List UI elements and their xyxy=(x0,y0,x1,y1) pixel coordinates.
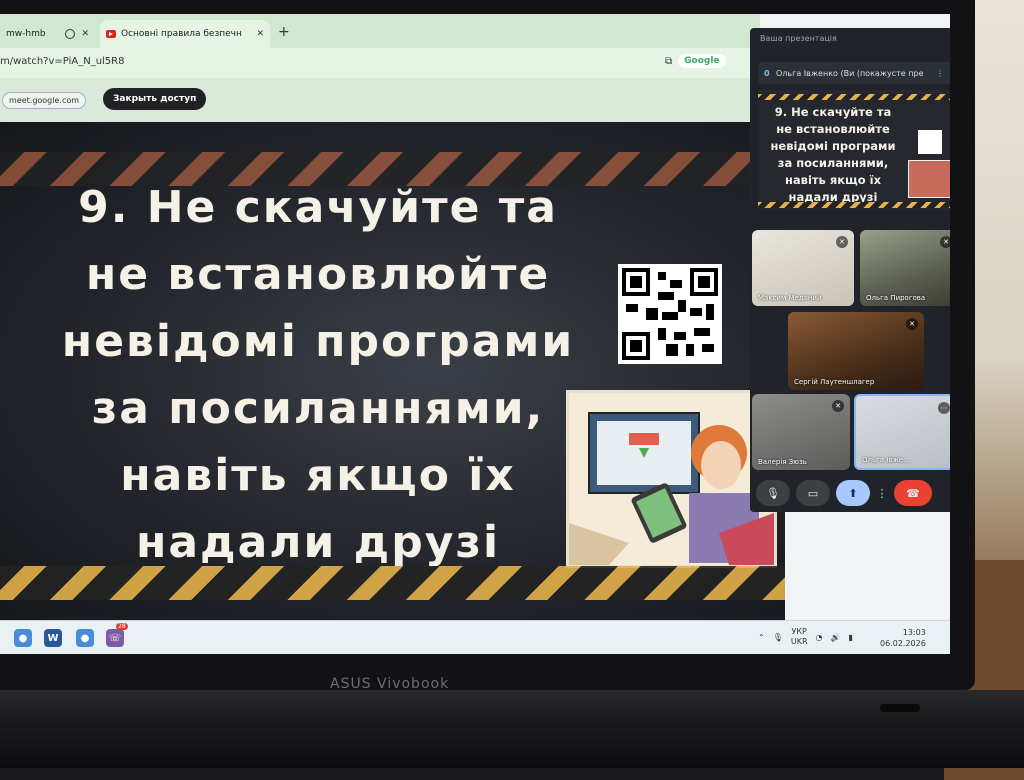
meet-side-panel: Ваша презентація 0 Ольга Івженко (Ви (по… xyxy=(750,28,950,512)
preview-text: 9. Не скачуйте та не встановлюйте невідо… xyxy=(770,105,896,204)
participant-tile[interactable]: ✕ Сергій Лаутеншлагер xyxy=(788,312,924,390)
microphone-button[interactable]: 🎙 xyxy=(756,480,790,506)
slide-line: невідомі програми xyxy=(61,316,575,367)
laptop-brand-logo: ASUS Vivobook xyxy=(330,676,450,692)
participant-tile[interactable]: ✕ Валерія Зюзь xyxy=(752,394,850,470)
mini-illustration xyxy=(908,160,950,198)
meet-sharing-bar: meet.google.com Закрыть доступ xyxy=(0,78,760,122)
volume-icon[interactable]: 🔊 xyxy=(831,633,841,642)
new-tab-button[interactable]: + xyxy=(278,24,290,40)
participant-tile-self[interactable]: ⋯ Ольга Івже... xyxy=(854,394,950,470)
camera-button[interactable]: ▭ xyxy=(796,480,830,506)
mic-off-icon: ✕ xyxy=(906,318,918,330)
chrome-icon[interactable]: ● xyxy=(14,629,32,647)
address-bar[interactable]: m/watch?v=PiA_N_ul5R8 ⧉ Google xyxy=(0,48,760,78)
presenter-name: Ольга Івженко (Ви (покажусте пре xyxy=(776,68,924,78)
end-call-button[interactable]: ☎ xyxy=(894,480,932,506)
date: 06.02.2026 xyxy=(880,639,926,648)
laptop-hinge xyxy=(880,704,920,712)
participant-tile[interactable]: ✕ Ольга Пирогова xyxy=(860,230,950,306)
word-icon[interactable]: W xyxy=(44,629,62,647)
clock[interactable]: 13:03 06.02.2026 xyxy=(880,627,926,649)
language-indicator[interactable]: УКР UKR xyxy=(791,627,808,647)
tab-label: Основні правила безпечн xyxy=(121,29,242,39)
stop-sharing-button[interactable]: Закрыть доступ xyxy=(103,88,207,110)
tab-active[interactable]: Основні правила безпечн ✕ xyxy=(100,20,270,48)
participant-name: Максим Медяний xyxy=(758,294,822,302)
presentation-slide: 9. Не скачуйте та не встановлюйте невідо… xyxy=(0,122,785,620)
url-text[interactable]: m/watch?v=PiA_N_ul5R8 xyxy=(0,56,124,67)
slide-line: 9. Не скачуйте та xyxy=(78,182,558,233)
mini-stripes-bottom xyxy=(758,202,950,208)
tab-label: mw-hmb xyxy=(6,29,46,39)
wifi-icon[interactable]: ◔ xyxy=(816,633,823,642)
url-bar-actions: ⧉ Google xyxy=(665,54,726,68)
participant-name: Ольга Пирогова xyxy=(866,294,926,302)
slide-line: навіть якщо їх xyxy=(120,450,516,501)
presenter-badge: 0 xyxy=(764,68,770,78)
google-label: Google xyxy=(684,56,720,66)
hazard-stripes-bottom xyxy=(0,566,785,600)
panel-header: Ваша презентація xyxy=(760,34,837,43)
participant-name: Валерія Зюзь xyxy=(758,458,807,466)
cast-icon[interactable]: ⧉ xyxy=(665,56,672,67)
screen: mw-hmb ✕ Основні правила безпечн ✕ + m/w… xyxy=(0,14,950,654)
presentation-preview: 9. Не скачуйте та не встановлюйте невідо… xyxy=(758,90,950,210)
taskbar: ● W ● ☏ 28 ⌃ 🎙 УКР UKR ◔ 🔊 ▮ 13:03 06.02… xyxy=(0,620,950,654)
lang-top: УКР xyxy=(791,627,807,636)
system-tray: ⌃ 🎙 УКР UKR ◔ 🔊 ▮ xyxy=(758,627,853,647)
presenter-row[interactable]: 0 Ольга Івженко (Ви (покажусте пре ⋮ xyxy=(758,62,950,84)
close-tab-icon[interactable]: ✕ xyxy=(256,29,264,39)
qr-code xyxy=(618,264,722,364)
chevron-up-icon[interactable]: ⌃ xyxy=(758,633,765,642)
laptop-bezel: mw-hmb ✕ Основні правила безпечн ✕ + m/w… xyxy=(0,0,975,690)
notification-badge: 28 xyxy=(116,623,128,630)
slide-line: за посиланнями, xyxy=(91,383,545,434)
more-options-icon[interactable]: ⋮ xyxy=(936,69,944,78)
battery-icon[interactable]: ▮ xyxy=(848,633,852,642)
google-lens-button[interactable]: Google xyxy=(678,54,726,68)
mic-off-icon: ✕ xyxy=(836,236,848,248)
laptop-base xyxy=(0,690,1024,768)
present-button[interactable]: ⬆ xyxy=(836,480,870,506)
close-tab-icon[interactable]: ✕ xyxy=(81,29,89,39)
time: 13:03 xyxy=(902,628,926,637)
youtube-icon xyxy=(106,30,116,38)
mini-qr-code xyxy=(918,130,942,154)
slide-text: 9. Не скачуйте та не встановлюйте невідо… xyxy=(48,174,588,576)
participant-name: Ольга Івже... xyxy=(862,456,910,464)
illustration-girl-phone xyxy=(566,390,777,568)
lang-bottom: UKR xyxy=(790,637,808,646)
slide-line: не встановлюйте xyxy=(85,249,551,300)
mic-off-icon: ✕ xyxy=(832,400,844,412)
mic-icon[interactable]: 🎙 xyxy=(773,633,783,642)
participant-name: Сергій Лаутеншлагер xyxy=(794,378,875,386)
browser-tab-bar: mw-hmb ✕ Основні правила безпечн ✕ + xyxy=(0,14,760,48)
more-options-button[interactable]: ⋮ xyxy=(876,480,888,506)
chrome-icon[interactable]: ● xyxy=(76,629,94,647)
more-icon[interactable]: ⋯ xyxy=(938,402,950,414)
mini-stripes-top xyxy=(758,94,950,100)
call-controls: 🎙 ▭ ⬆ ⋮ ☎ xyxy=(750,476,950,510)
recording-icon xyxy=(65,29,75,39)
viber-icon[interactable]: ☏ xyxy=(106,629,124,647)
tab-inactive[interactable]: mw-hmb ✕ xyxy=(0,20,95,48)
mic-off-icon: ✕ xyxy=(940,236,950,248)
participant-tile[interactable]: ✕ Максим Медяний xyxy=(752,230,854,306)
meet-url-pill: meet.google.com xyxy=(2,92,87,109)
